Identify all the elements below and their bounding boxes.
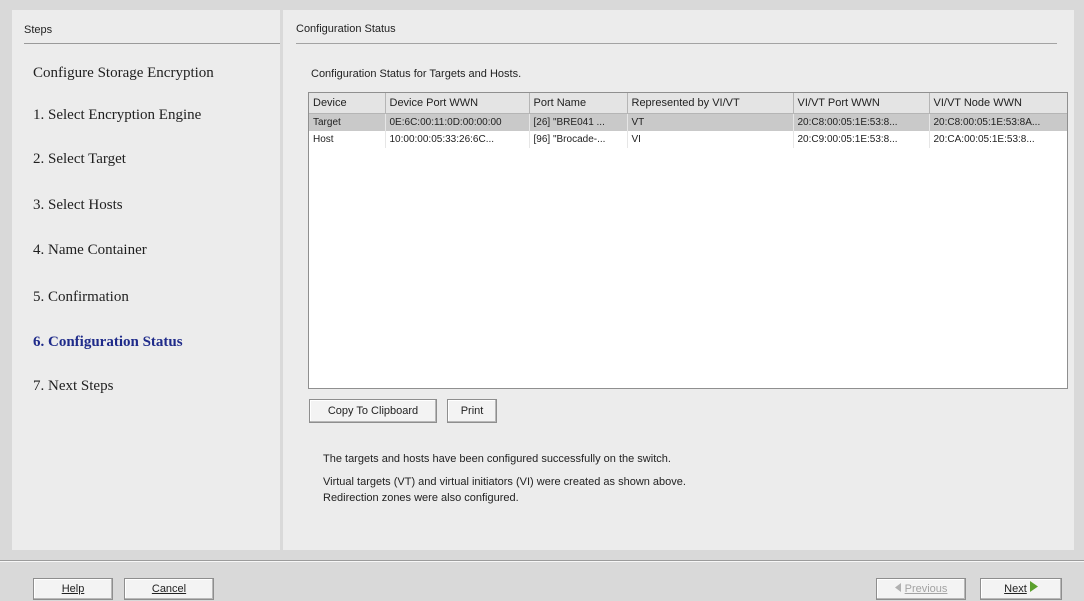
table-header-row: Device Device Port WWN Port Name Represe… (309, 93, 1067, 114)
table-row-target[interactable]: Target 0E:6C:00:11:0D:00:00:00 [26] "BRE… (309, 113, 1067, 131)
step-select-target: 2. Select Target (33, 151, 126, 167)
status-message-virtual: Virtual targets (VT) and virtual initiat… (323, 476, 686, 488)
help-button[interactable]: Help (33, 578, 113, 600)
arrow-right-icon (1029, 579, 1038, 599)
status-message-success: The targets and hosts have been configur… (323, 453, 671, 465)
next-button-label: Next (1004, 583, 1027, 595)
table-cell: VI (627, 131, 794, 148)
cancel-button[interactable]: Cancel (124, 578, 214, 600)
table-cell: VT (627, 113, 794, 131)
table-cell: 20:C8:00:05:1E:53:8... (793, 113, 930, 131)
table-row-host[interactable]: Host 10:00:00:05:33:26:6C... [96] "Broca… (309, 131, 1067, 148)
column-header-device[interactable]: Device (309, 93, 386, 114)
copy-to-clipboard-button[interactable]: Copy To Clipboard (309, 399, 437, 423)
table-cell: Host (309, 131, 386, 148)
step-select-hosts: 3. Select Hosts (33, 197, 123, 213)
table-cell: 20:CA:00:05:1E:53:8... (929, 131, 1067, 148)
next-button[interactable]: Next (980, 578, 1062, 600)
cancel-button-label: Cancel (151, 583, 187, 595)
table-cell: 20:C8:00:05:1E:53:8A... (929, 113, 1067, 131)
footer-divider-highlight (0, 561, 1084, 562)
status-table[interactable]: Device Device Port WWN Port Name Represe… (308, 92, 1068, 389)
print-button[interactable]: Print (447, 399, 497, 423)
help-button-label: Help (61, 583, 85, 595)
configuration-header: Configuration Status (296, 23, 396, 35)
column-header-device-port-wwn[interactable]: Device Port WWN (385, 93, 530, 114)
previous-button[interactable]: Previous (876, 578, 966, 600)
configuration-panel: Configuration Status Configuration Statu… (283, 10, 1074, 550)
configuration-divider (296, 43, 1057, 44)
step-select-encryption-engine: 1. Select Encryption Engine (33, 107, 202, 123)
step-configuration-status: 6. Configuration Status (33, 334, 183, 350)
status-message-zones: Redirection zones were also configured. (323, 492, 519, 504)
step-confirmation: 5. Confirmation (33, 289, 129, 305)
step-next-steps: 7. Next Steps (33, 378, 114, 394)
table-cell: [96] "Brocade-... (529, 131, 628, 148)
steps-header: Steps (24, 24, 53, 36)
column-header-port-name[interactable]: Port Name (529, 93, 628, 114)
steps-divider (24, 43, 280, 44)
configuration-subtitle: Configuration Status for Targets and Hos… (311, 68, 522, 80)
column-header-vivt-port-wwn[interactable]: VI/VT Port WWN (793, 93, 930, 114)
column-header-represented-by[interactable]: Represented by VI/VT (627, 93, 794, 114)
step-configure-storage-encryption: Configure Storage Encryption (33, 65, 214, 81)
step-name-container: 4. Name Container (33, 242, 147, 258)
table-cell: 10:00:00:05:33:26:6C... (385, 131, 530, 148)
column-header-vivt-node-wwn[interactable]: VI/VT Node WWN (929, 93, 1067, 114)
table-cell: 20:C9:00:05:1E:53:8... (793, 131, 930, 148)
table-cell: [26] "BRE041 ... (529, 113, 628, 131)
arrow-left-icon (894, 579, 902, 599)
table-cell: 0E:6C:00:11:0D:00:00:00 (385, 113, 530, 131)
table-cell: Target (309, 113, 386, 131)
previous-button-label: Previous (904, 583, 948, 595)
steps-panel: Steps Configure Storage Encryption 1. Se… (12, 10, 280, 550)
